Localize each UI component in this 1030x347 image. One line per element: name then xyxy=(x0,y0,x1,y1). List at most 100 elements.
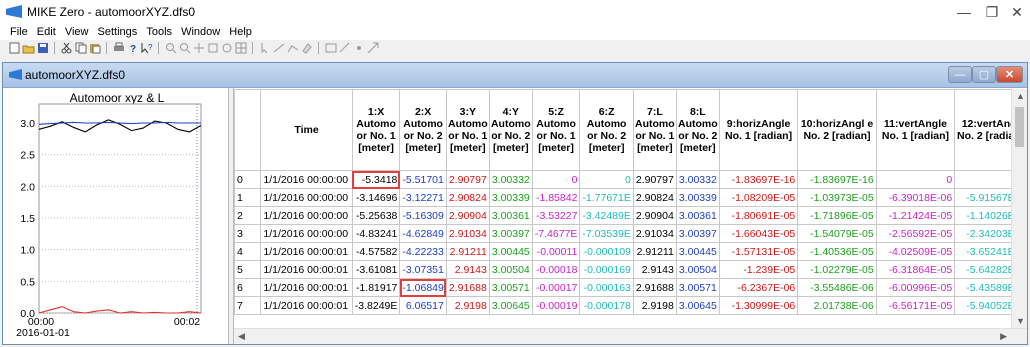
value-cell[interactable]: -1.30999E-06 xyxy=(718,296,799,315)
rectangle-icon[interactable] xyxy=(324,42,337,54)
value-cell[interactable]: -7.4677E xyxy=(531,224,581,243)
value-cell[interactable]: -4.62849 xyxy=(399,224,447,243)
value-cell[interactable]: 2.9143 xyxy=(445,260,490,279)
menu-help[interactable]: Help xyxy=(226,24,255,40)
time-cell[interactable]: 1/1/2016 00:00:00 xyxy=(260,170,353,189)
value-cell[interactable]: -2.56592E-05 xyxy=(875,224,956,243)
vertical-scroll-thumb[interactable] xyxy=(1015,107,1024,147)
value-cell[interactable]: 3.00332 xyxy=(675,170,720,189)
column-header[interactable]: Time xyxy=(260,89,353,171)
value-cell[interactable]: -3.42489E xyxy=(579,206,634,225)
minimize-button[interactable]: — xyxy=(950,2,978,22)
value-cell[interactable]: -1.21424E-05 xyxy=(875,206,956,225)
value-cell[interactable]: 2.01738E-06 xyxy=(797,296,877,315)
row-index-cell[interactable]: 7 xyxy=(234,296,262,315)
value-cell[interactable]: -3.55486E-06 xyxy=(797,278,877,297)
value-cell[interactable]: 0 xyxy=(875,170,956,189)
value-cell[interactable]: -1.54079E-05 xyxy=(797,224,877,243)
table-row[interactable]: 2 1/1/2016 00:00:00 -5.25638 -5.16309 2.9090… xyxy=(234,206,1027,225)
menu-file[interactable]: File xyxy=(0,24,31,40)
table-row[interactable]: 3 1/1/2016 00:00:00 -4.83241 -4.62849 2.9103… xyxy=(234,224,1027,243)
time-cell[interactable]: 1/1/2016 00:00:01 xyxy=(260,278,353,297)
column-header[interactable]: 11:vertAngle No. 1 [radian] xyxy=(875,89,956,171)
new-file-icon[interactable] xyxy=(8,42,21,54)
table-row[interactable]: 7 1/1/2016 00:00:01 -3.8249E 6.06517 2.9198 3… xyxy=(234,296,1027,315)
value-cell[interactable]: 2.9198 xyxy=(445,296,490,315)
scroll-down-icon[interactable]: ▼ xyxy=(1016,316,1025,326)
paste-icon[interactable] xyxy=(88,42,101,54)
value-cell[interactable]: -7.03539E xyxy=(579,224,634,243)
value-cell[interactable]: -1.71896E-05 xyxy=(797,206,877,225)
value-cell[interactable]: -3.07351 xyxy=(399,260,447,279)
scroll-left-icon[interactable]: ◀ xyxy=(238,331,245,342)
value-cell[interactable]: 3.00445 xyxy=(675,242,720,261)
open-folder-icon[interactable] xyxy=(22,42,35,54)
value-cell[interactable]: 3.00397 xyxy=(488,224,533,243)
value-cell[interactable]: 3.00645 xyxy=(488,296,533,315)
value-cell[interactable]: 2.90904 xyxy=(632,206,677,225)
value-cell[interactable]: -6.56171E-05 xyxy=(875,296,956,315)
point-icon[interactable] xyxy=(352,42,365,54)
value-cell[interactable]: -0.00017 xyxy=(531,278,581,297)
zoom-extent-icon[interactable] xyxy=(206,42,219,54)
zoom-out-icon[interactable] xyxy=(178,42,191,54)
value-cell[interactable]: 2.90824 xyxy=(632,188,677,207)
value-cell[interactable]: -0.000109 xyxy=(579,242,634,261)
table-row[interactable]: 4 1/1/2016 00:00:01 -4.57582 -4.22233 2.9121… xyxy=(234,242,1027,261)
value-cell[interactable]: 3.00645 xyxy=(675,296,720,315)
value-cell[interactable]: 2.91034 xyxy=(445,224,490,243)
zoom-in-icon[interactable] xyxy=(164,42,177,54)
cut-icon[interactable] xyxy=(60,42,73,54)
value-cell[interactable]: 2.91688 xyxy=(632,278,677,297)
value-cell[interactable]: 3.00504 xyxy=(488,260,533,279)
close-button[interactable]: ✕ xyxy=(1003,2,1030,22)
save-icon[interactable] xyxy=(36,42,49,54)
value-cell[interactable]: -1.40536E-05 xyxy=(797,242,877,261)
value-cell[interactable]: -6.31864E-05 xyxy=(875,260,956,279)
value-cell[interactable]: 2.90797 xyxy=(632,170,677,189)
column-header[interactable]: 2:X Automo or No. 2 [meter] xyxy=(399,89,447,171)
column-header[interactable]: 10:horizAngl e No. 2 [radian] xyxy=(797,89,877,171)
column-header[interactable]: 9:horizAngle No. 1 [radian] xyxy=(718,89,799,171)
menu-tools[interactable]: Tools xyxy=(143,24,175,40)
value-cell[interactable]: 2.9143 xyxy=(632,260,677,279)
menu-edit[interactable]: Edit xyxy=(34,24,59,40)
row-index-cell[interactable]: 6 xyxy=(234,278,262,297)
scroll-up-icon[interactable]: ▲ xyxy=(1016,91,1025,101)
value-cell[interactable]: -1.80691E-05 xyxy=(718,206,799,225)
value-cell[interactable]: -5.51701 xyxy=(399,170,447,189)
value-cell[interactable]: 3.00504 xyxy=(675,260,720,279)
value-cell[interactable]: 0 xyxy=(579,170,634,189)
draw-polyline-icon[interactable] xyxy=(286,42,299,54)
column-header[interactable]: 3:Y Automo or No. 1 [meter] xyxy=(445,89,490,171)
scroll-right-icon[interactable]: ▶ xyxy=(1000,331,1007,342)
value-cell[interactable]: -1.83697E-16 xyxy=(718,170,799,189)
column-header[interactable]: 6:Z Automo or No. 2 [meter] xyxy=(579,89,634,171)
data-grid-pane[interactable]: Time 1:X Automo or No. 1 [meter] 2:X Autom… xyxy=(234,89,1027,344)
row-index-cell[interactable]: 4 xyxy=(234,242,262,261)
value-cell[interactable]: 2.91211 xyxy=(632,242,677,261)
value-cell[interactable]: 6.06517 xyxy=(399,296,447,315)
data-grid[interactable]: Time 1:X Automo or No. 1 [meter] 2:X Autom… xyxy=(234,89,1027,315)
time-cell[interactable]: 1/1/2016 00:00:01 xyxy=(260,242,353,261)
value-cell[interactable]: -6.00996E-05 xyxy=(875,278,956,297)
column-header[interactable]: 5:Z Automo or No. 1 [meter] xyxy=(531,89,581,171)
row-index-cell[interactable]: 5 xyxy=(234,260,262,279)
column-header[interactable]: 7:L Automo or No. 1 [meter] xyxy=(632,89,677,171)
value-cell[interactable]: 3.00571 xyxy=(675,278,720,297)
value-cell[interactable]: 3.00339 xyxy=(675,188,720,207)
value-cell[interactable]: -0.000163 xyxy=(579,278,634,297)
value-cell[interactable]: -1.77671E xyxy=(579,188,634,207)
time-cell[interactable]: 1/1/2016 00:00:00 xyxy=(260,224,353,243)
time-cell[interactable]: 1/1/2016 00:00:01 xyxy=(260,260,353,279)
value-cell[interactable]: -0.00011 xyxy=(531,242,581,261)
draw-line-icon[interactable] xyxy=(272,42,285,54)
value-cell[interactable]: 2.91688 xyxy=(445,278,490,297)
row-index-cell[interactable]: 0 xyxy=(234,170,262,189)
row-index-cell[interactable]: 2 xyxy=(234,206,262,225)
value-cell[interactable]: -1.08209E-05 xyxy=(718,188,799,207)
time-cell[interactable]: 1/1/2016 00:00:01 xyxy=(260,296,353,315)
vertical-scrollbar[interactable]: ▲ ▼ xyxy=(1011,89,1027,329)
value-cell[interactable]: 3.00332 xyxy=(488,170,533,189)
value-cell[interactable]: -1.57131E-05 xyxy=(718,242,799,261)
